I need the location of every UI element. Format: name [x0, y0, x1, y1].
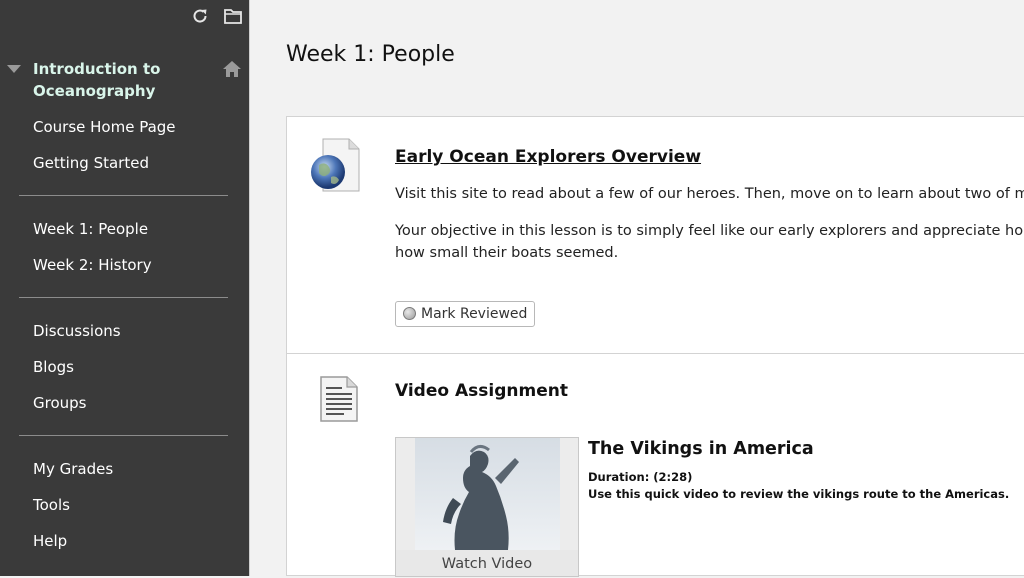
video-duration: Duration: (2:28) [588, 470, 693, 484]
collapse-triangle-icon[interactable] [7, 65, 21, 73]
folder-icon[interactable] [223, 6, 243, 26]
item-description: Visit this site to read about a few of o… [395, 186, 1024, 202]
sidebar-item-discussions[interactable]: Discussions [33, 321, 121, 341]
web-link-globe-icon [311, 138, 360, 192]
item-title-link[interactable]: Early Ocean Explorers Overview [395, 145, 701, 169]
document-icon [320, 376, 358, 422]
mark-reviewed-label: Mark Reviewed [421, 306, 528, 322]
home-icon[interactable] [222, 60, 242, 78]
item-description: how small their boats seemed. [395, 245, 619, 261]
course-menu-sidebar: Introduction to Oceanography Course Home… [0, 0, 249, 576]
refresh-icon[interactable] [190, 6, 210, 26]
sidebar-item-my-grades[interactable]: My Grades [33, 459, 113, 479]
sidebar-item-course-home-page[interactable]: Course Home Page [33, 117, 176, 137]
sidebar-divider [19, 297, 228, 298]
video-title: The Vikings in America [588, 439, 814, 459]
item-title: Video Assignment [395, 381, 568, 401]
viking-statue-thumbnail [415, 438, 560, 550]
sidebar-item-week-1[interactable]: Week 1: People [33, 219, 148, 239]
sidebar-item-tools[interactable]: Tools [33, 495, 70, 515]
course-header: Introduction to Oceanography [0, 56, 249, 106]
sidebar-item-getting-started[interactable]: Getting Started [33, 153, 149, 173]
video-description: Use this quick video to review the vikin… [588, 487, 1010, 501]
sidebar-edge [249, 0, 250, 576]
item-description: Your objective in this lesson is to simp… [395, 223, 1024, 239]
content-list: Early Ocean Explorers Overview Visit thi… [286, 116, 1024, 577]
review-status-icon [403, 307, 416, 320]
sidebar-divider [19, 195, 228, 196]
sidebar-toolbar [0, 0, 249, 34]
sidebar-item-groups[interactable]: Groups [33, 393, 86, 413]
watch-video-button[interactable]: Watch Video [396, 550, 578, 576]
sidebar-divider [19, 435, 228, 436]
sidebar-item-blogs[interactable]: Blogs [33, 357, 74, 377]
sidebar-item-help[interactable]: Help [33, 531, 67, 551]
item-divider [287, 353, 1024, 354]
video-thumbnail-card[interactable]: Watch Video [395, 437, 579, 577]
mark-reviewed-button[interactable]: Mark Reviewed [395, 301, 536, 327]
page-title: Week 1: People [286, 42, 455, 67]
course-title[interactable]: Introduction to Oceanography [33, 58, 213, 102]
sidebar-item-week-2[interactable]: Week 2: History [33, 255, 152, 275]
